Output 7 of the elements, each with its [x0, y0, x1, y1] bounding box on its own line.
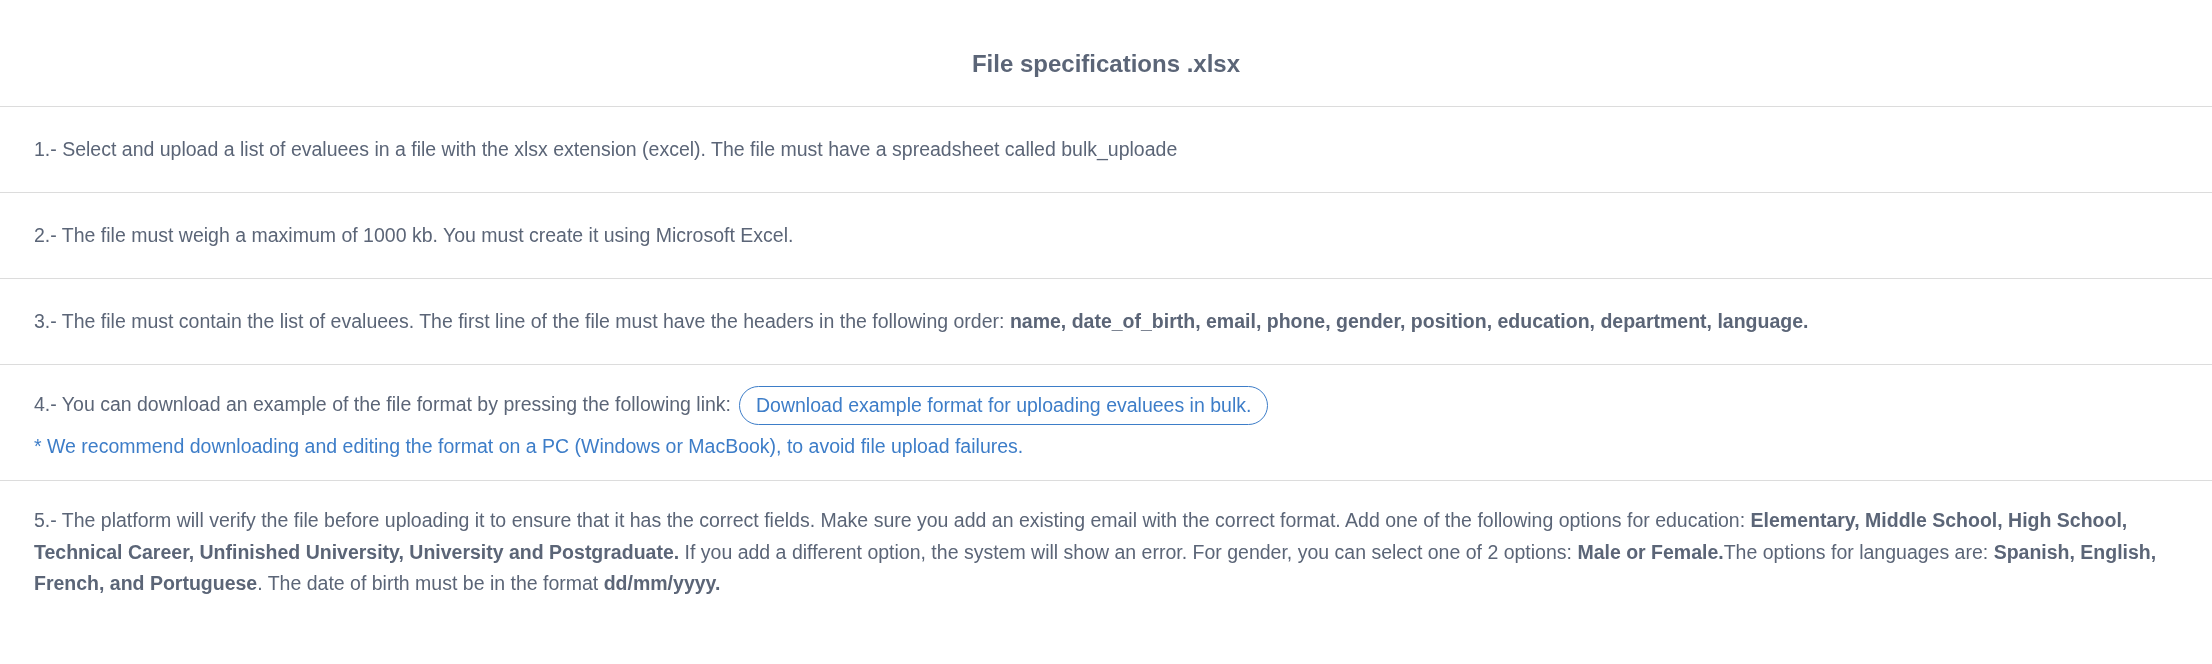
specification-text: 2.- The file must weigh a maximum of 1000 kb. You must create it using Microsoft Excel. [34, 222, 795, 248]
recommendation-note: * We recommend downloading and editing the format on a PC (Windows or MacBook), to avoid file upload failures. [34, 434, 1025, 458]
dialog-title: File specifications .xlsx [970, 49, 1242, 79]
specification-text: 3.- The file must contain the list of evaluees. The first line of the file must have the headers in the following order: name, date_of_birth, email, phone, gender, position, education, department, language. [34, 308, 1810, 334]
specification-text: 1.- Select and upload a list of evaluees in a file with the xlsx extension (excel). The file must have a spreadsheet called bulk_uploade [34, 136, 1179, 163]
specification-text: 4.- You can download an example of the file format by pressing the following link: [34, 392, 731, 418]
specification-text: 5.- The platform will verify the file before uploading it to ensure that it has the correct fields. Make sure you add an existing email with the correct format. Add one of the following options for education: Elementary, Middle School, High School, Technical Career, Unfinished University, University and Postgraduate. If you add a different option, the system will show an error. For gender, you can select one of 2 options: Male or Female.The options for languages are: Spanish, English, French, and Portuguese. The date of birth must be in the format dd/mm/yyyy. [34, 508, 2158, 596]
